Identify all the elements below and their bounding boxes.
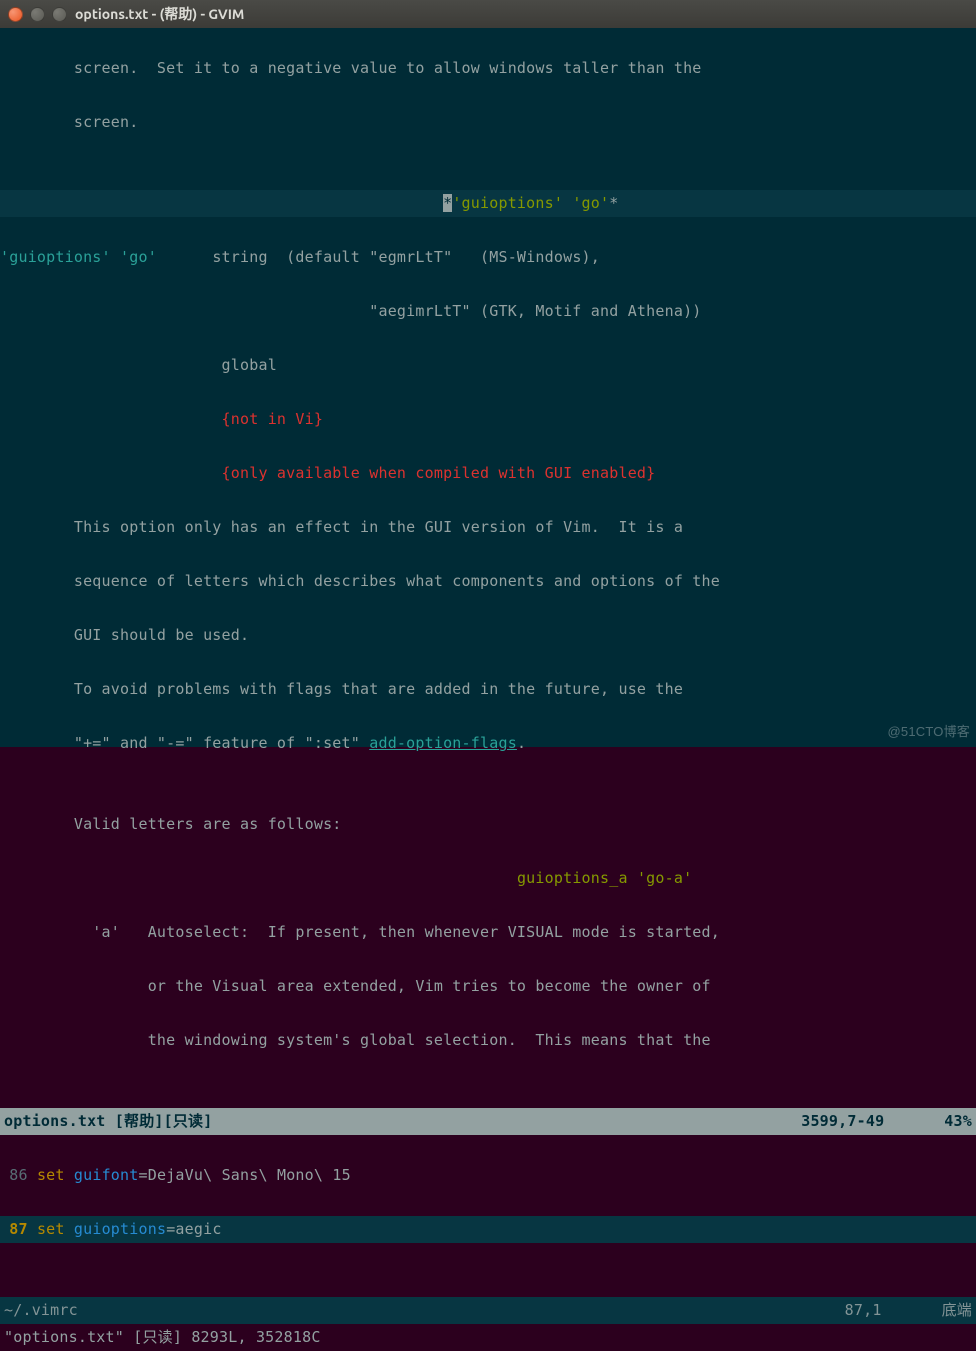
help-note: {not in Vi}	[0, 406, 976, 433]
help-line: global	[0, 352, 976, 379]
help-line: screen.	[0, 109, 976, 136]
help-line: GUI should be used.	[0, 622, 976, 649]
source-pane[interactable]: 86 set guifont=DejaVu\ Sans\ Mono\ 15 87…	[0, 1135, 976, 1297]
help-line: Valid letters are as follows:	[0, 811, 976, 838]
help-line: "aegimrLtT" (GTK, Motif and Athena))	[0, 298, 976, 325]
editor-area[interactable]: screen. Set it to a negative value to al…	[0, 28, 976, 747]
help-note: {only available when compiled with GUI e…	[0, 460, 976, 487]
watermark: @51CTO博客	[888, 718, 970, 745]
window-buttons	[8, 7, 67, 22]
minimize-icon[interactable]	[30, 7, 45, 22]
window-titlebar: options.txt - (帮助) - GVIM	[0, 0, 976, 28]
source-cursor-line: 87 set guioptions=aegic	[0, 1216, 976, 1243]
help-line: To avoid problems with flags that are ad…	[0, 676, 976, 703]
status-filename: ~/.vimrc	[4, 1297, 78, 1324]
help-line: the windowing system's global selection.…	[0, 1027, 976, 1054]
status-line-help: options.txt [帮助][只读] 3599,7-49 43%	[0, 1108, 976, 1135]
status-position: 3599,7-49	[801, 1108, 884, 1135]
help-link[interactable]: add-option-flags	[369, 734, 517, 752]
help-line: "+=" and "-=" feature of ":set" add-opti…	[0, 730, 976, 757]
line-number-current: 87	[9, 1220, 27, 1238]
help-line: 'guioptions' 'go' string (default "egmrL…	[0, 244, 976, 271]
cursor: *	[443, 194, 452, 212]
help-pane[interactable]: screen. Set it to a negative value to al…	[0, 28, 976, 1108]
status-line-vimrc: ~/.vimrc 87,1 底端	[0, 1297, 976, 1324]
option-name: 'guioptions'	[0, 248, 111, 266]
line-number: 86	[9, 1166, 27, 1184]
vim-keyword: set	[37, 1220, 65, 1238]
help-tag: guioptions_a	[517, 869, 628, 887]
help-line: screen. Set it to a negative value to al…	[0, 55, 976, 82]
command-line[interactable]: "options.txt" [只读] 8293L, 352818C	[0, 1324, 976, 1351]
window-title: options.txt - (帮助) - GVIM	[75, 4, 244, 24]
vim-option: guioptions	[74, 1220, 166, 1238]
status-percent: 底端	[942, 1297, 972, 1324]
help-tag: 'guioptions'	[452, 194, 563, 212]
help-line: sequence of letters which describes what…	[0, 568, 976, 595]
close-icon[interactable]	[8, 7, 23, 22]
help-line: guioptions_a 'go-a'	[0, 865, 976, 892]
status-percent: 43%	[944, 1108, 972, 1135]
source-line: 86 set guifont=DejaVu\ Sans\ Mono\ 15	[0, 1162, 976, 1189]
help-line: or the Visual area extended, Vim tries t…	[0, 973, 976, 1000]
help-line: 'a' Autoselect: If present, then wheneve…	[0, 919, 976, 946]
help-tag: 'go'	[572, 194, 609, 212]
status-filename: options.txt [帮助][只读]	[4, 1108, 213, 1135]
vim-keyword: set	[37, 1166, 65, 1184]
help-line: This option only has an effect in the GU…	[0, 514, 976, 541]
maximize-icon[interactable]	[52, 7, 67, 22]
status-position: 87,1	[845, 1297, 882, 1324]
help-cursor-line: *'guioptions' 'go'*	[0, 190, 976, 217]
vim-option: guifont	[74, 1166, 139, 1184]
